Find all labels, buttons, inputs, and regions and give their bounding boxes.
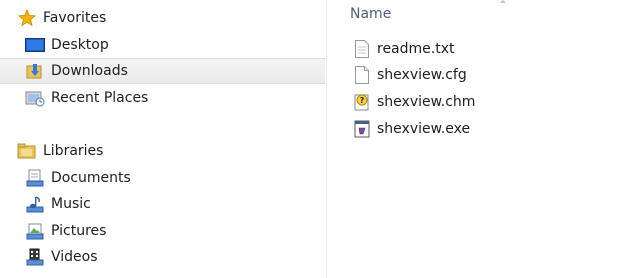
nav-item-desktop-label: Desktop: [51, 37, 109, 53]
file-name: shexview.exe: [377, 121, 471, 137]
nav-item-recent-places[interactable]: Recent Places: [0, 85, 148, 111]
executable-file-icon: [353, 119, 371, 139]
videos-library-icon: [25, 248, 45, 266]
nav-favorites[interactable]: Favorites: [0, 5, 106, 31]
nav-item-downloads-label: Downloads: [51, 63, 128, 79]
explorer-window: Favorites Desktop Downloads Recent Place…: [0, 0, 640, 278]
nav-item-videos[interactable]: Videos: [0, 244, 98, 270]
nav-item-downloads[interactable]: Downloads: [0, 58, 325, 84]
file-row-shexview-exe[interactable]: shexview.exe: [353, 117, 470, 141]
file-name: shexview.chm: [377, 94, 476, 110]
file-name: readme.txt: [377, 41, 455, 57]
nav-favorites-label: Favorites: [43, 10, 107, 26]
downloads-folder-icon: [25, 62, 45, 80]
nav-item-recent-places-label: Recent Places: [51, 90, 149, 106]
file-name: shexview.cfg: [377, 67, 467, 83]
navigation-pane: Favorites Desktop Downloads Recent Place…: [0, 0, 327, 278]
nav-item-music-label: Music: [51, 196, 91, 212]
nav-item-videos-label: Videos: [51, 249, 98, 265]
nav-item-pictures[interactable]: Pictures: [0, 218, 106, 244]
recent-places-icon: [25, 89, 45, 107]
config-file-icon: [353, 65, 371, 85]
nav-libraries-label: Libraries: [43, 143, 104, 159]
file-list-pane: Name readme.txt shexview.cfg ? shexview.…: [327, 0, 640, 278]
nav-libraries[interactable]: Libraries: [0, 138, 103, 164]
sort-arrow-icon: [500, 0, 506, 3]
nav-item-desktop[interactable]: Desktop: [0, 32, 109, 58]
pictures-library-icon: [25, 222, 45, 240]
svg-text:?: ?: [360, 96, 365, 105]
help-file-icon: ?: [353, 92, 371, 112]
file-row-shexview-cfg[interactable]: shexview.cfg: [353, 63, 467, 87]
favorites-star-icon: [17, 9, 37, 27]
desktop-icon: [25, 36, 45, 54]
nav-item-documents-label: Documents: [51, 170, 131, 186]
documents-library-icon: [25, 169, 45, 187]
nav-item-music[interactable]: Music: [0, 191, 91, 217]
libraries-icon: [17, 142, 37, 160]
nav-item-documents[interactable]: Documents: [0, 165, 131, 191]
column-header-name[interactable]: Name: [350, 4, 391, 24]
file-row-readme-txt[interactable]: readme.txt: [353, 37, 455, 61]
text-file-icon: [353, 39, 371, 59]
nav-item-pictures-label: Pictures: [51, 223, 107, 239]
file-row-shexview-chm[interactable]: ? shexview.chm: [353, 90, 475, 114]
music-library-icon: [25, 195, 45, 213]
